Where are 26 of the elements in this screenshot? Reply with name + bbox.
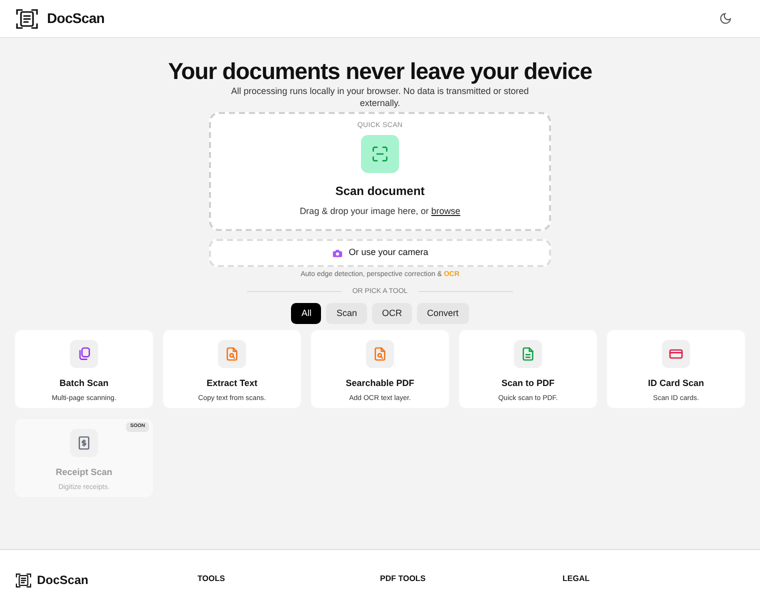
scan-title: Scan document (335, 182, 425, 200)
drop-hint: Drag & drop your image here, or browse (300, 204, 460, 218)
tool-title: Batch Scan (59, 377, 109, 390)
footer-heading: TOOLS (198, 573, 225, 585)
brand-name: DocScan (47, 9, 104, 28)
camera-icon (332, 248, 343, 258)
footer-heading: LEGAL (562, 573, 590, 585)
logo-icon (15, 6, 39, 30)
moon-icon[interactable] (719, 12, 732, 25)
tool-title: Receipt Scan (56, 466, 112, 479)
camera-button[interactable]: Or use your camera (209, 239, 551, 267)
filter-tab[interactable]: OCR (372, 303, 412, 324)
logo-icon (15, 572, 32, 589)
scan-icon (371, 144, 389, 162)
tool-title: Scan to PDF (501, 377, 554, 390)
browse-link[interactable]: browse (431, 206, 460, 216)
tool-title: Extract Text (206, 377, 258, 390)
footer-heading: PDF TOOLS (380, 573, 426, 585)
hero-subtitle: All processing runs locally in your browser. No data is transmitted or stored externally. (230, 85, 530, 109)
filter-tab[interactable]: Convert (417, 303, 469, 324)
filter-tab[interactable]: All (291, 303, 322, 324)
footer-brand: DocScan (37, 572, 88, 589)
tool-title: ID Card Scan (648, 377, 704, 390)
hero-title: Your documents never leave your device (168, 57, 592, 85)
filter-tab[interactable]: Scan (326, 303, 367, 324)
tool-title: Searchable PDF (346, 377, 414, 390)
